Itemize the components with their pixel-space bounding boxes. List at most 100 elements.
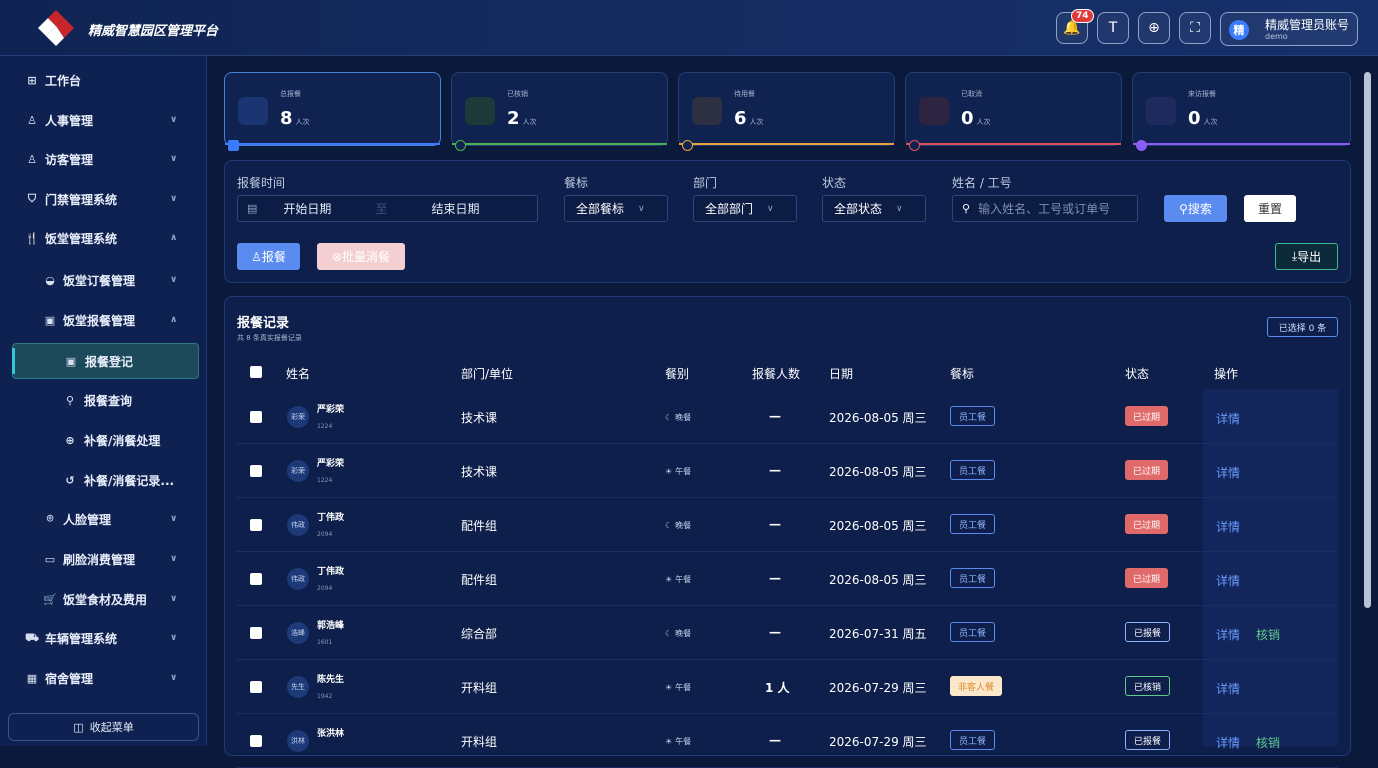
row-count: 1 人 xyxy=(765,681,790,695)
stat-card-visitor[interactable]: 来访报餐 0 人次 xyxy=(1132,72,1351,151)
avatar: 浩峰 xyxy=(287,622,309,644)
col-date: 日期 xyxy=(829,367,854,381)
stat-icon xyxy=(692,97,722,125)
sidebar-item-vehicle[interactable]: ⛟ 车辆管理系统 ∨ xyxy=(0,624,207,652)
calendar-icon: ▤ xyxy=(247,202,258,215)
detail-link[interactable]: 详情 xyxy=(1216,518,1240,535)
row-date: 2026-07-29 周三 xyxy=(829,681,927,695)
batch-cancel-button[interactable]: ⊗ 批量消餐 xyxy=(317,243,405,270)
detail-link[interactable]: 详情 xyxy=(1216,410,1240,427)
sidebar-item-report-query[interactable]: ⚲ 报餐查询 xyxy=(0,386,207,414)
row-checkbox[interactable] xyxy=(250,681,262,693)
notification-badge: 74 xyxy=(1071,9,1094,23)
verify-link[interactable]: 核销 xyxy=(1256,626,1280,643)
fullscreen-button[interactable]: ⛶ xyxy=(1179,12,1211,44)
row-name: 郭浩峰 xyxy=(317,621,345,631)
sidebar: ⊞ 工作台 ♙ 人事管理 ∨ ♙ 访客管理 ∨ ⛉ 门禁管理系统 ∨ 🍴 饭堂管理系统 ∧ ◒ 饭堂… xyxy=(0,56,207,746)
language-button[interactable]: ⊕ xyxy=(1138,12,1170,44)
search-input[interactable]: ⚲ 输入姓名、工号或订单号 xyxy=(952,195,1138,222)
sidebar-item-visitor[interactable]: ♙ 访客管理 ∨ xyxy=(0,145,207,173)
records-title: 报餐记录 xyxy=(237,316,290,331)
stat-card-verified[interactable]: 已核销 2 人次 xyxy=(451,72,668,151)
date-range-picker[interactable]: ▤ 开始日期 至 结束日期 xyxy=(237,195,538,222)
reset-button[interactable]: 重置 xyxy=(1244,195,1296,222)
table-row xyxy=(237,714,1338,768)
sidebar-item-canteen[interactable]: 🍴 饭堂管理系统 ∧ xyxy=(0,224,207,252)
chevron-up-icon: ∧ xyxy=(170,233,178,243)
sidebar-item-hr[interactable]: ♙ 人事管理 ∨ xyxy=(0,106,207,134)
sidebar-item-label: 报餐查询 xyxy=(84,393,133,408)
detail-link[interactable]: 详情 xyxy=(1216,572,1240,589)
user-menu[interactable]: 精 精威管理员账号 demo xyxy=(1220,12,1358,46)
search-button[interactable]: ⚲ 搜索 xyxy=(1164,195,1227,222)
cart-icon: 🛒 xyxy=(43,592,57,606)
report-meal-button[interactable]: ♙ 报餐 xyxy=(237,243,300,270)
sidebar-item-face[interactable]: ⌾ 人脸管理 ∨ xyxy=(0,505,207,533)
sidebar-item-label: 饭堂食材及费用 xyxy=(63,592,148,607)
chevron-down-icon: ∨ xyxy=(170,194,178,204)
sidebar-item-dorm[interactable]: ▦ 宿舍管理 ∨ xyxy=(0,664,207,692)
history-icon: ↺ xyxy=(65,473,75,487)
stat-value: 0 人次 xyxy=(961,108,991,129)
sidebar-item-access[interactable]: ⛉ 门禁管理系统 ∨ xyxy=(0,185,207,213)
font-size-button[interactable]: T xyxy=(1097,12,1129,44)
col-name: 姓名 xyxy=(286,367,311,381)
sidebar-item-label: 补餐/消餐记录... xyxy=(84,473,175,488)
chevron-down-icon: ∨ xyxy=(170,594,178,604)
stat-icon xyxy=(465,97,495,125)
row-checkbox[interactable] xyxy=(250,411,262,423)
stat-card-pending[interactable]: 待用餐 6 人次 xyxy=(678,72,895,151)
sidebar-item-supplement-records[interactable]: ↺ 补餐/消餐记录... xyxy=(0,466,207,494)
verify-link[interactable]: 核销 xyxy=(1256,734,1280,751)
status-badge: 已过期 xyxy=(1125,514,1169,534)
collapse-menu-button[interactable]: ◫ 收起菜单 xyxy=(8,713,199,741)
stat-card-cancelled[interactable]: 已取消 0 人次 xyxy=(905,72,1122,151)
scrollbar[interactable] xyxy=(1364,72,1371,608)
select-all-checkbox[interactable] xyxy=(250,366,262,378)
dept-label: 部门 xyxy=(693,176,718,190)
collapse-label: 收起菜单 xyxy=(89,721,134,734)
sidebar-item-dashboard[interactable]: ⊞ 工作台 xyxy=(0,66,207,94)
sidebar-item-face-pay[interactable]: ▭ 刷脸消费管理 ∨ xyxy=(0,545,207,573)
meal-icon: ☾ xyxy=(665,629,673,638)
sidebar-item-canteen-report[interactable]: ▣ 饭堂报餐管理 ∧ xyxy=(0,306,207,334)
selected-count: 已选择 0 条 xyxy=(1267,317,1338,337)
col-status: 状态 xyxy=(1125,367,1150,381)
sidebar-item-report-register[interactable]: ▣ 报餐登记 xyxy=(12,343,199,379)
detail-link[interactable]: 详情 xyxy=(1216,464,1240,481)
sidebar-item-canteen-cost[interactable]: 🛒 饭堂食材及费用 ∨ xyxy=(0,585,207,613)
row-id: 2094 xyxy=(317,585,333,592)
end-date-input[interactable]: 结束日期 xyxy=(431,200,479,217)
sidebar-item-label: 饭堂报餐管理 xyxy=(63,313,136,328)
building-icon: ▦ xyxy=(26,671,38,685)
row-checkbox[interactable] xyxy=(250,573,262,585)
sidebar-item-canteen-order[interactable]: ◒ 饭堂订餐管理 ∨ xyxy=(0,266,207,294)
row-checkbox[interactable] xyxy=(250,519,262,531)
avatar: 彩荣 xyxy=(287,406,309,428)
sidebar-item-label: 饭堂订餐管理 xyxy=(63,273,136,288)
meal-standard-select[interactable]: 全部餐标 ∨ xyxy=(564,195,668,222)
row-id: 1224 xyxy=(317,477,333,484)
detail-link[interactable]: 详情 xyxy=(1216,734,1240,751)
avatar: 伟政 xyxy=(287,514,309,536)
status-select[interactable]: 全部状态 ∨ xyxy=(822,195,926,222)
row-checkbox[interactable] xyxy=(250,465,262,477)
export-button[interactable]: ⤓ 导出 xyxy=(1275,243,1338,270)
detail-link[interactable]: 详情 xyxy=(1216,626,1240,643)
table-row xyxy=(237,606,1338,660)
fork-knife-icon: 🍴 xyxy=(25,231,39,245)
stat-label: 已核销 xyxy=(507,90,528,98)
stat-label: 已取消 xyxy=(961,90,982,98)
detail-link[interactable]: 详情 xyxy=(1216,680,1240,697)
start-date-input[interactable]: 开始日期 xyxy=(283,200,331,217)
row-name: 张洪林 xyxy=(317,729,345,739)
row-checkbox[interactable] xyxy=(250,627,262,639)
date-separator: 至 xyxy=(375,202,388,216)
search-icon: ⚲ xyxy=(962,202,971,215)
fullscreen-icon: ⛶ xyxy=(1190,20,1200,36)
dept-select[interactable]: 全部部门 ∨ xyxy=(693,195,797,222)
row-checkbox[interactable] xyxy=(250,735,262,747)
meal-icon: ☾ xyxy=(665,521,673,530)
sidebar-item-supplement[interactable]: ⊕ 补餐/消餐处理 xyxy=(0,426,207,454)
stat-card-total[interactable]: 总报餐 8 人次 xyxy=(224,72,441,151)
